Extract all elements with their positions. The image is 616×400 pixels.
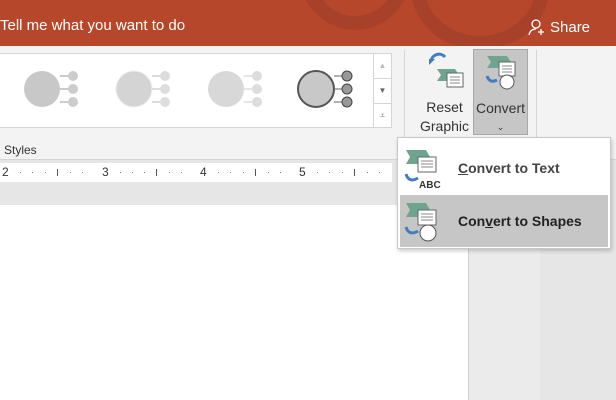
gallery-scroll-down[interactable]: ▼: [373, 78, 392, 104]
convert-dropdown-menu: ABC Convert to Text Convert to Shapes: [397, 137, 611, 249]
reset-graphic-label-1: Reset: [426, 99, 463, 115]
share-button[interactable]: Share: [528, 18, 590, 36]
style-thumbnail[interactable]: [294, 64, 354, 114]
convert-to-shapes-icon: [404, 203, 437, 242]
styles-group-label: Styles: [4, 143, 37, 157]
menu-item-convert-to-shapes[interactable]: Convert to Shapes: [400, 195, 608, 247]
convert-button[interactable]: Convert ⌄: [473, 49, 528, 135]
gallery-scroll-up[interactable]: ▲: [373, 53, 392, 79]
share-label: Share: [550, 18, 591, 36]
gallery-more-button[interactable]: ⩡: [373, 103, 392, 128]
horizontal-ruler[interactable]: 2 3 4 5: [0, 163, 392, 182]
menu-item-label: Convert to Text: [458, 160, 560, 176]
reset-graphic-button[interactable]: Reset Graphic: [417, 49, 472, 135]
style-thumbnail[interactable]: [20, 64, 80, 114]
group-divider: [404, 50, 405, 138]
title-bar: Tell me what you want to do Share: [0, 0, 616, 46]
reset-graphic-label-2: Graphic: [419, 118, 470, 134]
chevron-down-icon: ⌄: [496, 122, 505, 132]
menu-item-convert-to-text[interactable]: ABC Convert to Text: [400, 142, 608, 194]
person-add-icon: [528, 19, 544, 36]
convert-label: Convert: [475, 100, 526, 116]
decor-target: [300, 0, 410, 30]
smartart-styles-gallery: ▲ ▼ ⩡: [0, 53, 392, 128]
group-divider: [536, 50, 537, 138]
convert-icon: [485, 56, 515, 90]
ruler-ticks: [20, 169, 380, 176]
menu-item-label: Convert to Shapes: [458, 213, 582, 229]
style-thumbnail[interactable]: [204, 64, 264, 114]
tell-me-search[interactable]: Tell me what you want to do: [0, 17, 185, 34]
reset-graphic-icon: [428, 52, 463, 88]
style-thumbnail[interactable]: [112, 64, 172, 114]
convert-to-text-icon: ABC: [404, 150, 441, 190]
svg-text:ABC: ABC: [419, 180, 441, 190]
